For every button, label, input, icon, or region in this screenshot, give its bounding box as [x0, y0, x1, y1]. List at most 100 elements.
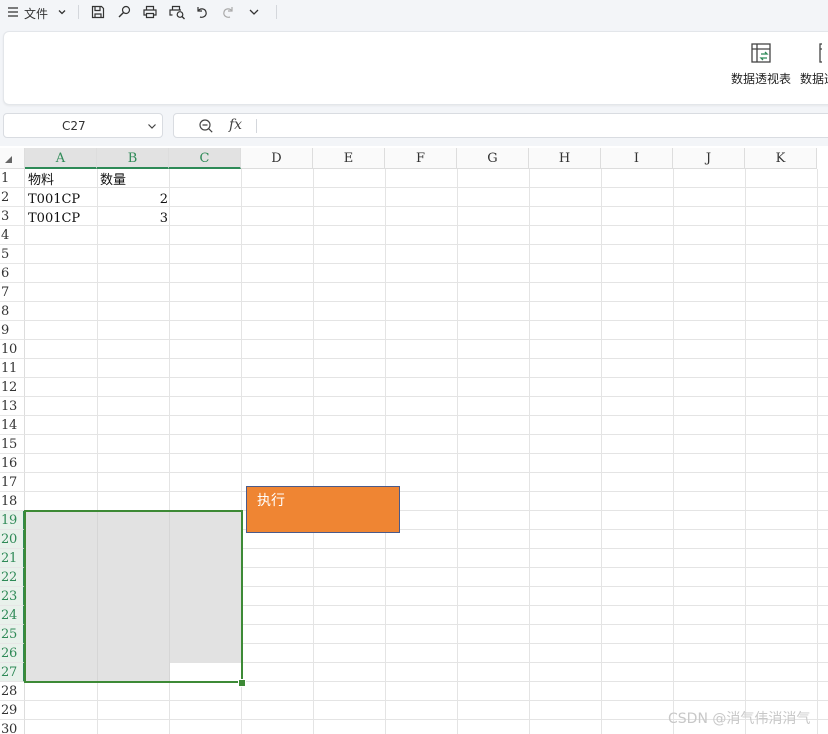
cell-A3[interactable]: T001CP — [28, 209, 80, 228]
pivot-chart-icon — [819, 43, 822, 63]
pivot-chart-label: 数据透 — [800, 72, 828, 86]
grid-row-line — [25, 187, 828, 188]
pivot-table-icon — [751, 43, 771, 63]
undo-icon[interactable] — [194, 3, 210, 21]
column-header-A[interactable]: A — [25, 148, 97, 169]
row-header-27[interactable]: 27 — [0, 663, 25, 682]
grid-row-line — [25, 244, 828, 245]
column-header-K[interactable]: K — [745, 148, 817, 169]
grid-column-line — [529, 169, 530, 734]
row-header-8[interactable]: 8 — [0, 302, 25, 321]
row-header-9[interactable]: 9 — [0, 321, 25, 340]
row-header-3[interactable]: 3 — [0, 207, 25, 226]
row-header-7[interactable]: 7 — [0, 283, 25, 302]
cell-B3[interactable]: 3 — [98, 209, 168, 228]
row-header-23[interactable]: 23 — [0, 587, 25, 606]
fill-handle[interactable] — [238, 679, 246, 687]
row-header-20[interactable]: 20 — [0, 530, 25, 549]
cell-A1[interactable]: 物料 — [28, 171, 54, 190]
grid-row-line — [25, 301, 828, 302]
select-all-corner[interactable] — [0, 148, 25, 169]
print-preview-icon[interactable] — [168, 3, 186, 21]
column-header-G[interactable]: G — [457, 148, 529, 169]
row-header-24[interactable]: 24 — [0, 606, 25, 625]
pivot-chart-button[interactable]: 数据透 — [800, 42, 828, 87]
format-painter-icon[interactable] — [116, 3, 132, 21]
grid-row-line — [25, 453, 828, 454]
column-header-B[interactable]: B — [97, 148, 169, 169]
row-header-22[interactable]: 22 — [0, 568, 25, 587]
pivot-table-label: 数据透视表 — [730, 72, 791, 86]
zoom-icon[interactable] — [198, 118, 214, 137]
pivot-table-button[interactable]: 数据透视表 — [729, 42, 793, 87]
fx-icon[interactable]: fx — [229, 117, 242, 133]
menu-icon[interactable] — [6, 3, 20, 21]
chevron-down-icon[interactable] — [147, 120, 157, 134]
column-header-D[interactable]: D — [241, 148, 313, 169]
grid-row-line — [25, 396, 828, 397]
grid-column-line — [745, 169, 746, 734]
row-header-29[interactable]: 29 — [0, 701, 25, 720]
row-header-25[interactable]: 25 — [0, 625, 25, 644]
grid-column-line — [817, 169, 818, 734]
ribbon-panel: 数据透视表 数据透 — [3, 31, 828, 105]
row-header-6[interactable]: 6 — [0, 264, 25, 283]
spreadsheet-grid[interactable]: ABCDEFGHIJK 1 2 3 4 5 6 7 8 9 10 11 12 13 14 15 16 17 18 1… — [0, 148, 828, 734]
row-header-14[interactable]: 14 — [0, 416, 25, 435]
grid-row-line — [25, 491, 828, 492]
grid-row-line — [25, 415, 828, 416]
print-icon[interactable] — [142, 3, 158, 21]
grid-column-line — [601, 169, 602, 734]
grid-row-line — [25, 282, 828, 283]
row-header-18[interactable]: 18 — [0, 492, 25, 511]
quick-access-toolbar: 文件 — [0, 0, 828, 26]
grid-row-line — [25, 377, 828, 378]
row-header-13[interactable]: 13 — [0, 397, 25, 416]
row-header-15[interactable]: 15 — [0, 435, 25, 454]
grid-column-line — [385, 169, 386, 734]
row-header-2[interactable]: 2 — [0, 188, 25, 207]
row-header-28[interactable]: 28 — [0, 682, 25, 701]
name-box[interactable]: C27 — [3, 113, 163, 138]
grid-row-line — [25, 358, 828, 359]
grid-row-line — [25, 263, 828, 264]
save-icon[interactable] — [90, 3, 106, 21]
cell-B2[interactable]: 2 — [98, 190, 168, 209]
cell-B1[interactable]: 数量 — [100, 171, 126, 190]
row-header-21[interactable]: 21 — [0, 549, 25, 568]
grid-column-line — [673, 169, 674, 734]
cell-A2[interactable]: T001CP — [28, 190, 80, 209]
grid-row-line — [25, 434, 828, 435]
column-header-E[interactable]: E — [313, 148, 385, 169]
row-header-11[interactable]: 11 — [0, 359, 25, 378]
file-menu[interactable]: 文件 — [24, 4, 48, 22]
row-header-19[interactable]: 19 — [0, 511, 25, 530]
grid-row-line — [25, 472, 828, 473]
column-header-H[interactable]: H — [529, 148, 601, 169]
formula-divider — [256, 119, 257, 133]
redo-icon[interactable] — [220, 3, 236, 21]
row-header-1[interactable]: 1 — [0, 169, 25, 188]
row-header-16[interactable]: 16 — [0, 454, 25, 473]
grid-column-line — [313, 169, 314, 734]
row-header-10[interactable]: 10 — [0, 340, 25, 359]
row-header-4[interactable]: 4 — [0, 226, 25, 245]
execute-button[interactable]: 执行 — [246, 486, 400, 533]
column-header-J[interactable]: J — [673, 148, 745, 169]
row-header-17[interactable]: 17 — [0, 473, 25, 492]
formula-bar[interactable]: fx — [173, 113, 828, 138]
row-header-12[interactable]: 12 — [0, 378, 25, 397]
chevron-down-icon[interactable] — [56, 3, 68, 21]
row-header-26[interactable]: 26 — [0, 644, 25, 663]
more-dropdown-icon[interactable] — [247, 3, 261, 21]
column-header-F[interactable]: F — [385, 148, 457, 169]
row-header-5[interactable]: 5 — [0, 245, 25, 264]
row-header-30[interactable]: 30 — [0, 720, 25, 734]
watermark: CSDN @消气伟消消气 — [668, 711, 811, 727]
column-header-I[interactable]: I — [601, 148, 673, 169]
column-header-C[interactable]: C — [169, 148, 241, 169]
grid-row-line — [25, 700, 828, 701]
grid-column-line — [457, 169, 458, 734]
toolbar-divider — [276, 5, 277, 19]
name-box-value: C27 — [62, 119, 86, 133]
